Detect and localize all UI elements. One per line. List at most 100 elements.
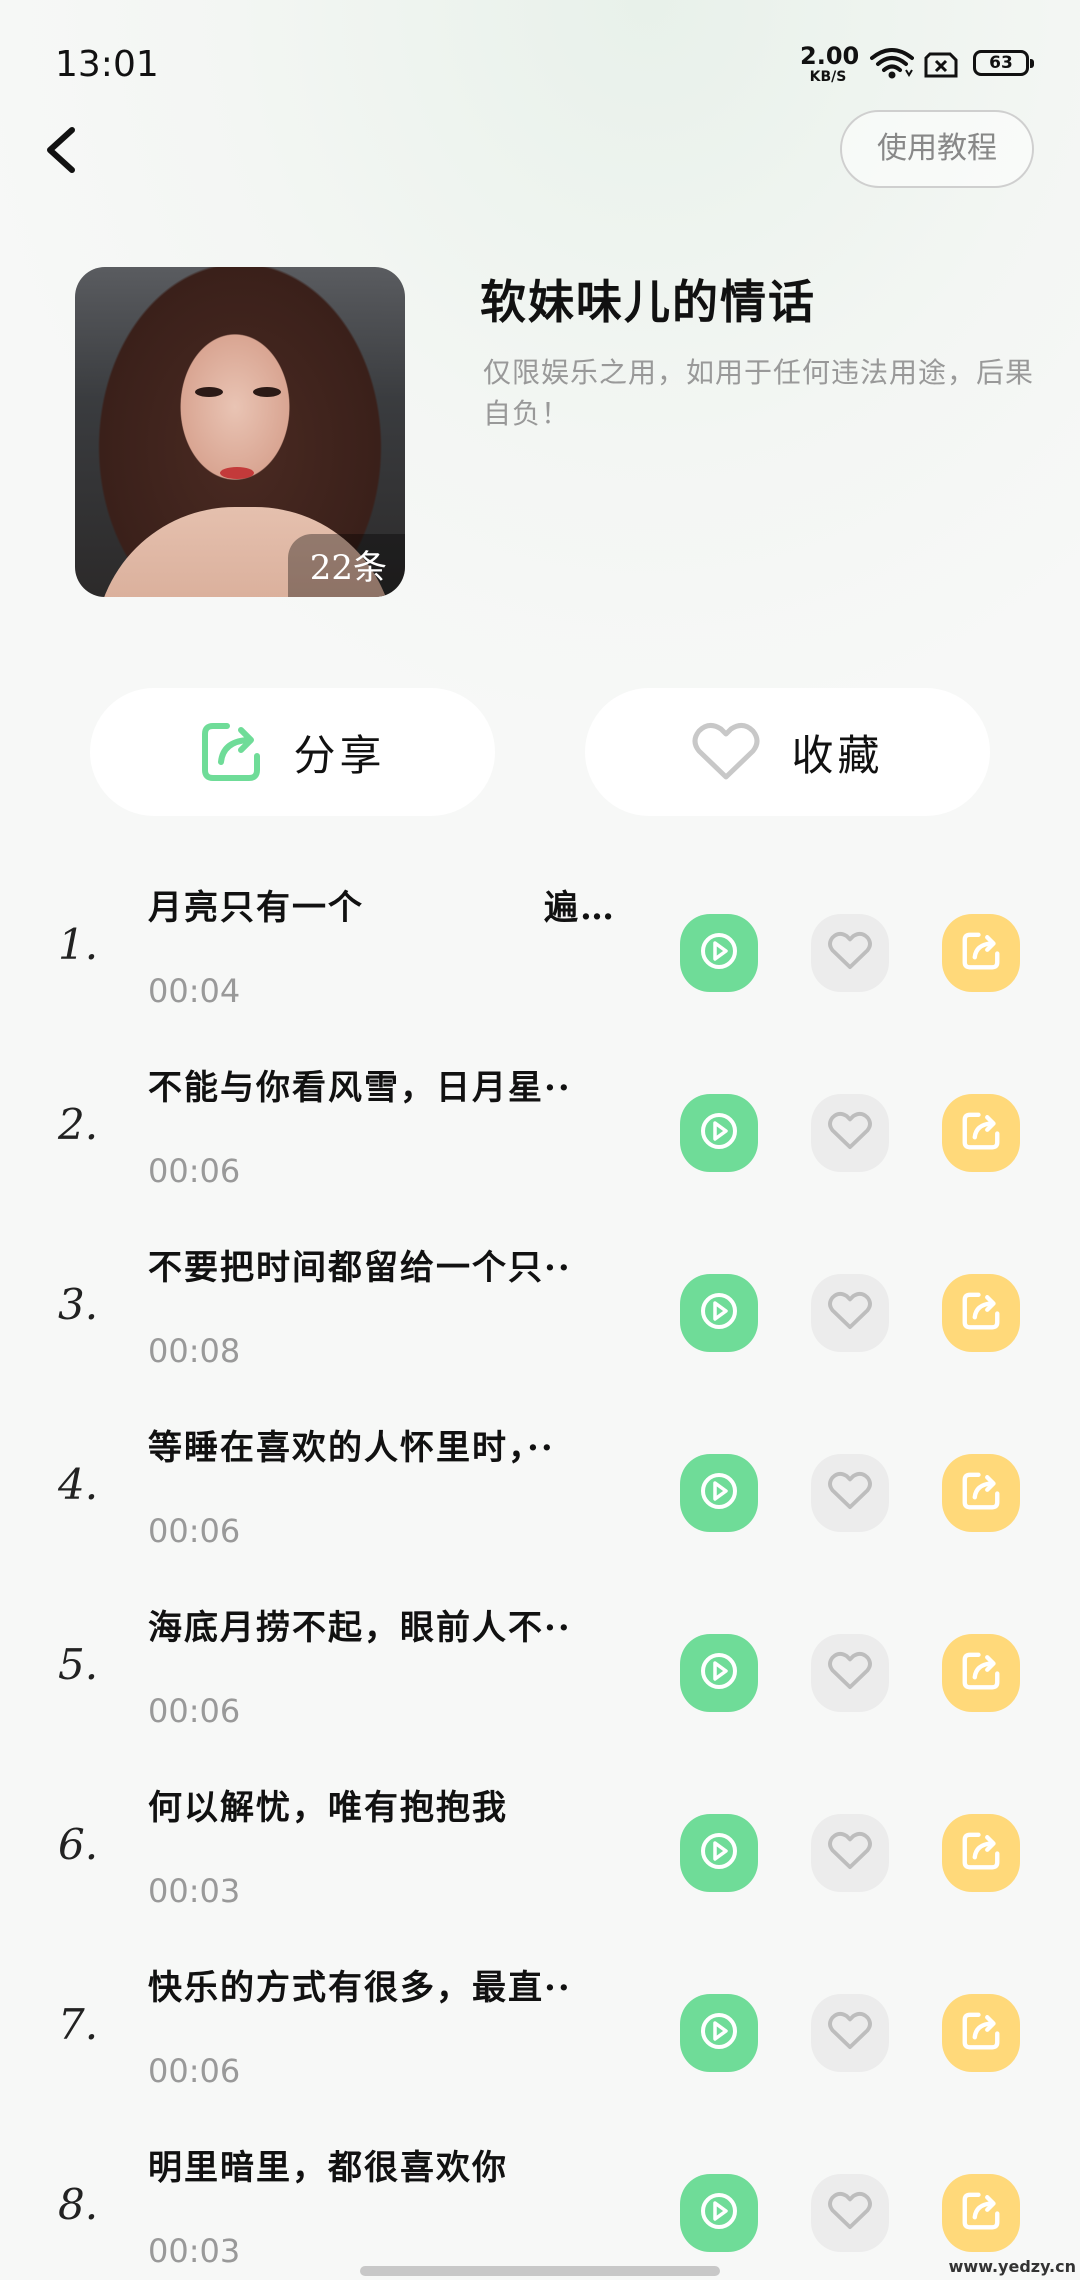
track-share-button[interactable]: [942, 2174, 1020, 2252]
track-duration: 00:06: [148, 2052, 241, 2090]
play-button[interactable]: [680, 914, 758, 992]
favorite-label: 收藏: [791, 730, 884, 780]
track-duration: 00:03: [148, 1872, 241, 1910]
track-share-button[interactable]: [942, 1994, 1020, 2072]
track-number: 2.: [58, 1100, 99, 1149]
cover-portrait-eye: [195, 387, 223, 397]
wifi-icon: [870, 46, 914, 84]
heart-icon: [827, 2011, 873, 2055]
track-title: 何以解忧，唯有抱抱我: [148, 1788, 508, 1828]
track-share-button[interactable]: [942, 1814, 1020, 1892]
track-duration: 00:06: [148, 1512, 241, 1550]
battery-indicator: 63: [973, 50, 1034, 76]
share-label: 分享: [293, 730, 386, 780]
home-indicator[interactable]: [360, 2266, 720, 2276]
track-duration: 00:06: [148, 1692, 241, 1730]
album-cover: 22条: [75, 267, 405, 597]
track-number: 8.: [58, 2180, 99, 2229]
play-button[interactable]: [680, 1454, 758, 1532]
like-button[interactable]: [811, 2174, 889, 2252]
track-duration: 00:06: [148, 1152, 241, 1190]
heart-icon: [692, 723, 760, 780]
track-row[interactable]: 5. 海底月捞不起，眼前人不·· 00:06: [0, 1580, 1080, 1760]
share-icon: [961, 1831, 1001, 1875]
share-icon: [961, 1651, 1001, 1695]
track-duration: 00:03: [148, 2232, 241, 2270]
network-speed: 2.00 KB/S: [800, 44, 859, 85]
tutorial-button[interactable]: 使用教程: [840, 110, 1034, 188]
play-button[interactable]: [680, 1634, 758, 1712]
heart-icon: [827, 1651, 873, 1695]
share-icon: [961, 2011, 1001, 2055]
track-row[interactable]: 7. 快乐的方式有很多，最直·· 00:06: [0, 1940, 1080, 2120]
play-button[interactable]: [680, 1814, 758, 1892]
play-button[interactable]: [680, 1994, 758, 2072]
chevron-left-icon: [47, 127, 75, 173]
track-row[interactable]: 8. 明里暗里，都很喜欢你 00:03: [0, 2120, 1080, 2280]
track-share-button[interactable]: [942, 1454, 1020, 1532]
heart-icon: [827, 1471, 873, 1515]
favorite-button[interactable]: 收藏: [585, 688, 990, 816]
no-sim-icon: [924, 52, 958, 82]
like-button[interactable]: [811, 1994, 889, 2072]
share-icon: [961, 931, 1001, 975]
play-icon: [699, 1471, 739, 1515]
track-row[interactable]: 1. 月亮只有一个 遍地都 00:04: [0, 860, 1080, 1040]
heart-icon: [827, 1291, 873, 1335]
track-title: 月亮只有一个 遍地都: [148, 888, 618, 928]
share-icon: [961, 1471, 1001, 1515]
track-number: 7.: [58, 2000, 99, 2049]
like-button[interactable]: [811, 914, 889, 992]
like-button[interactable]: [811, 1634, 889, 1712]
track-number: 4.: [58, 1460, 99, 1509]
cover-portrait-lips: [220, 467, 254, 479]
like-button[interactable]: [811, 1814, 889, 1892]
share-icon: [202, 723, 261, 781]
back-button[interactable]: [38, 122, 86, 178]
track-row[interactable]: 3. 不要把时间都留给一个只·· 00:08: [0, 1220, 1080, 1400]
track-number: 3.: [58, 1280, 99, 1329]
track-title: 不能与你看风雪，日月星··: [148, 1068, 572, 1108]
track-title: 明里暗里，都很喜欢你: [148, 2148, 508, 2188]
play-button[interactable]: [680, 2174, 758, 2252]
play-icon: [699, 1651, 739, 1695]
heart-icon: [827, 931, 873, 975]
track-number: 5.: [58, 1640, 99, 1689]
share-button[interactable]: 分享: [90, 688, 495, 816]
play-button[interactable]: [680, 1094, 758, 1172]
track-count-badge: 22条: [287, 534, 405, 597]
like-button[interactable]: [811, 1094, 889, 1172]
track-row[interactable]: 2. 不能与你看风雪，日月星·· 00:06: [0, 1040, 1080, 1220]
track-row[interactable]: 6. 何以解忧，唯有抱抱我 00:03: [0, 1760, 1080, 1940]
track-title: 不要把时间都留给一个只··: [148, 1248, 572, 1288]
track-title: 快乐的方式有很多，最直··: [148, 1968, 572, 2008]
track-number: 6.: [58, 1820, 99, 1869]
track-row[interactable]: 4. 等睡在喜欢的人怀里时，·· 00:06: [0, 1400, 1080, 1580]
share-icon: [961, 1111, 1001, 1155]
track-number: 1.: [58, 920, 99, 969]
track-share-button[interactable]: [942, 1094, 1020, 1172]
heart-icon: [827, 2191, 873, 2235]
heart-icon: [827, 1111, 873, 1155]
track-title: 海底月捞不起，眼前人不··: [148, 1608, 572, 1648]
play-icon: [699, 1291, 739, 1335]
like-button[interactable]: [811, 1274, 889, 1352]
track-share-button[interactable]: [942, 1634, 1020, 1712]
status-time: 13:01: [55, 44, 159, 85]
heart-icon: [827, 1831, 873, 1875]
album-disclaimer: 仅限娱乐之用，如用于任何违法用途，后果自负！: [483, 356, 1035, 430]
track-duration: 00:04: [148, 972, 241, 1010]
share-icon: [961, 2191, 1001, 2235]
cover-portrait-eye: [253, 387, 281, 397]
like-button[interactable]: [811, 1454, 889, 1532]
network-speed-unit: KB/S: [809, 69, 847, 85]
play-icon: [699, 2191, 739, 2235]
track-duration: 00:08: [148, 1332, 241, 1370]
play-button[interactable]: [680, 1274, 758, 1352]
track-share-button[interactable]: [942, 914, 1020, 992]
share-icon: [961, 1291, 1001, 1335]
track-title: 等睡在喜欢的人怀里时，··: [148, 1428, 555, 1468]
album-title: 软妹味儿的情话: [480, 275, 816, 329]
watermark: www.yedzy.cn: [948, 2257, 1076, 2276]
track-share-button[interactable]: [942, 1274, 1020, 1352]
